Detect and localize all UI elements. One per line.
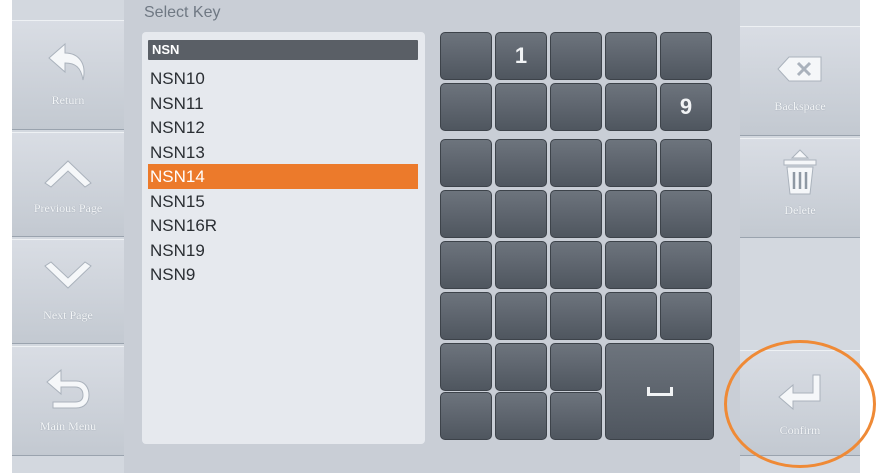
list-item[interactable]: NSN19 — [148, 238, 418, 263]
backspace-icon — [770, 41, 830, 97]
backspace-button[interactable]: Backspace — [740, 26, 860, 136]
keypad-key[interactable] — [550, 292, 602, 340]
return-label: Return — [51, 93, 85, 107]
keypad-key[interactable] — [550, 343, 602, 391]
u-turn-arrow-icon — [38, 361, 98, 417]
next-page-label: Next Page — [43, 308, 93, 322]
enter-arrow-icon — [770, 365, 830, 421]
keypad-key-9[interactable]: 9 — [660, 83, 712, 131]
keypad-key[interactable] — [440, 139, 492, 187]
space-key[interactable] — [605, 343, 714, 440]
keypad-key[interactable] — [440, 32, 492, 80]
keypad-key[interactable] — [495, 292, 547, 340]
keypad-key[interactable] — [495, 392, 547, 440]
previous-page-label: Previous Page — [33, 201, 103, 215]
previous-page-button[interactable]: Previous Page — [12, 132, 124, 237]
list-item[interactable]: NSN12 — [148, 115, 418, 140]
keypad-key[interactable] — [550, 190, 602, 238]
chevron-up-icon — [38, 143, 98, 199]
keypad-key[interactable] — [440, 392, 492, 440]
keypad-key[interactable] — [440, 190, 492, 238]
keypad: 1 9 — [440, 32, 720, 440]
next-page-button[interactable]: Next Page — [12, 239, 124, 344]
search-input[interactable]: NSN — [148, 40, 418, 60]
keypad-key[interactable] — [550, 392, 602, 440]
list-item-selected[interactable]: NSN14 — [148, 164, 418, 189]
keypad-key[interactable] — [660, 190, 712, 238]
trash-icon — [770, 145, 830, 201]
keypad-key[interactable] — [495, 241, 547, 289]
keypad-key-1[interactable]: 1 — [495, 32, 547, 80]
backspace-label: Backspace — [774, 99, 826, 113]
keypad-key[interactable] — [660, 139, 712, 187]
right-sidebar: Backspace Delete Confirm — [740, 0, 860, 473]
return-arrow-icon — [38, 35, 98, 91]
list-item[interactable]: NSN15 — [148, 189, 418, 214]
list-item[interactable]: NSN9 — [148, 262, 418, 287]
chevron-down-icon — [38, 250, 98, 306]
main-menu-button[interactable]: Main Menu — [12, 346, 124, 456]
keypad-key[interactable] — [660, 32, 712, 80]
main-menu-label: Main Menu — [39, 419, 97, 433]
keypad-key[interactable] — [550, 139, 602, 187]
list-item[interactable]: NSN10 — [148, 66, 418, 91]
keypad-key[interactable] — [550, 32, 602, 80]
key-list[interactable]: NSN10 NSN11 NSN12 NSN13 NSN14 NSN15 NSN16R NSN1… — [148, 66, 418, 287]
keypad-key[interactable] — [495, 343, 547, 391]
keypad-key[interactable] — [660, 292, 712, 340]
space-bar-icon — [646, 387, 673, 396]
left-sidebar: Return Previous Page Next Page Main Menu — [12, 0, 124, 473]
keypad-key[interactable] — [440, 241, 492, 289]
keypad-key[interactable] — [440, 83, 492, 131]
delete-label: Delete — [784, 203, 816, 217]
delete-button[interactable]: Delete — [740, 138, 860, 238]
keypad-key[interactable] — [605, 83, 657, 131]
page-title: Select Key — [144, 4, 221, 21]
keypad-key[interactable] — [495, 83, 547, 131]
list-item[interactable]: NSN11 — [148, 91, 418, 116]
keypad-key[interactable] — [440, 343, 492, 391]
key-selection-area: Select Key NSN NSN10 NSN11 NSN12 NSN13 NSN14… — [124, 0, 740, 473]
key-list-panel: NSN NSN10 NSN11 NSN12 NSN13 NSN14 NSN15 NSN16R… — [142, 32, 425, 444]
confirm-label: Confirm — [779, 423, 821, 437]
keypad-key[interactable] — [550, 241, 602, 289]
list-item[interactable]: NSN16R — [148, 213, 418, 238]
list-item[interactable]: NSN13 — [148, 140, 418, 165]
keypad-key[interactable] — [605, 139, 657, 187]
keypad-key[interactable] — [495, 190, 547, 238]
keypad-key[interactable] — [495, 139, 547, 187]
confirm-button[interactable]: Confirm — [740, 350, 860, 456]
keypad-key[interactable] — [440, 292, 492, 340]
keypad-key[interactable] — [605, 32, 657, 80]
keypad-key[interactable] — [605, 241, 657, 289]
keypad-key[interactable] — [605, 292, 657, 340]
return-button[interactable]: Return — [12, 20, 124, 130]
keypad-key[interactable] — [660, 241, 712, 289]
keypad-key[interactable] — [550, 83, 602, 131]
keypad-key[interactable] — [605, 190, 657, 238]
